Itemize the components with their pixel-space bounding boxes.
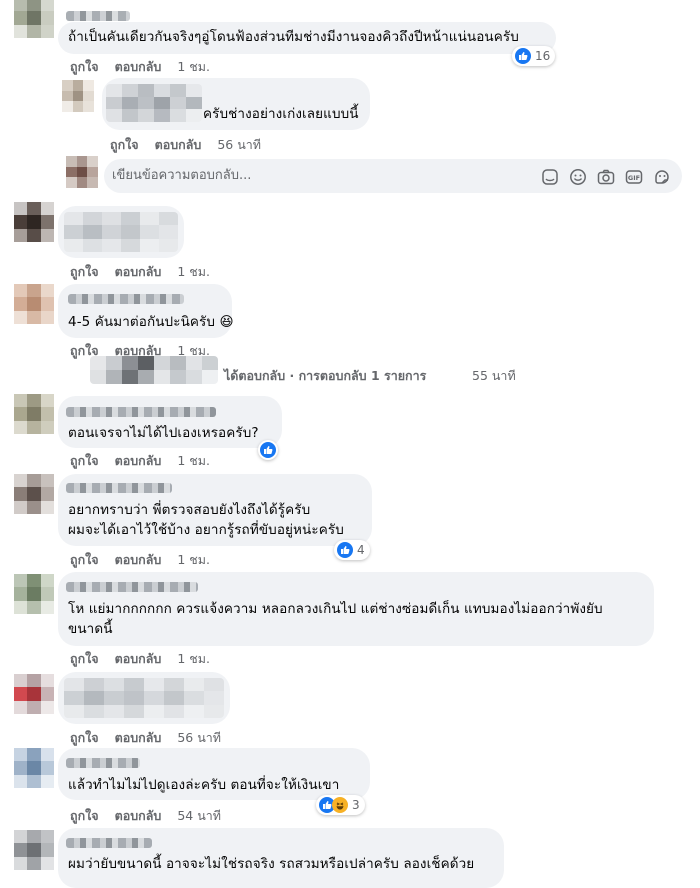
reply-input[interactable] xyxy=(110,167,514,184)
avatar[interactable] xyxy=(14,284,54,324)
commenter-name[interactable] xyxy=(66,838,152,848)
reply-button[interactable]: ตอบกลับ xyxy=(115,730,162,745)
timestamp[interactable]: 1 ชม. xyxy=(177,552,210,567)
reaction-count[interactable]: 4 xyxy=(334,540,370,560)
reply-button[interactable]: ตอบกลับ xyxy=(115,552,162,567)
comment-text: อยากทราบว่า พี่ตรวจสอบยังไงถึงได้รู้ครับ xyxy=(68,502,311,518)
comment-text: ผมว่ายับขนาดนี้ อาจจะไม่ใช่รถจริง รถสวมห… xyxy=(68,856,475,872)
reply-composer[interactable]: GIF xyxy=(104,159,682,193)
comment-actions: ถูกใจ ตอบกลับ 54 นาที xyxy=(70,806,221,826)
timestamp[interactable]: 56 นาที xyxy=(217,137,261,152)
comment-text: ถ้าเป็นคันเดียวกันจริงๆอู่โดนฟ้องส่วนทีม… xyxy=(68,29,519,45)
avatar-sticker-icon[interactable] xyxy=(653,168,671,186)
avatar[interactable] xyxy=(14,394,54,434)
comment-text xyxy=(64,212,178,252)
commenter-name[interactable] xyxy=(66,407,216,417)
like-icon xyxy=(515,48,531,64)
avatar[interactable] xyxy=(14,830,54,870)
like-button[interactable]: ถูกใจ xyxy=(70,730,99,745)
avatar[interactable] xyxy=(14,202,54,242)
replier-avatars xyxy=(90,356,218,384)
timestamp[interactable]: 1 ชม. xyxy=(177,59,210,74)
comment-actions: ถูกใจ ตอบกลับ 56 นาที xyxy=(110,135,261,155)
commenter-name[interactable] xyxy=(66,11,130,21)
avatar[interactable] xyxy=(14,574,54,614)
like-button[interactable]: ถูกใจ xyxy=(70,453,99,468)
commenter-name[interactable] xyxy=(68,294,184,304)
like-icon xyxy=(337,542,353,558)
gif-icon[interactable]: GIF xyxy=(625,168,643,186)
avatar xyxy=(66,156,98,188)
reply-button[interactable]: ตอบกลับ xyxy=(115,808,162,823)
reply-button[interactable]: ตอบกลับ xyxy=(155,137,202,152)
comment-actions: ถูกใจ ตอบกลับ 56 นาที xyxy=(70,728,221,748)
avatar[interactable] xyxy=(14,748,54,788)
comment-text: แล้วทำไมไม่ไปดูเองล่ะครับ ตอนที่จะให้เงิ… xyxy=(68,777,340,793)
commenter-name[interactable] xyxy=(106,84,202,122)
comment-text: โห แย่มากกกกกก ควรแจ้งความ หลอกลวงเกินไป… xyxy=(68,601,603,617)
comment-text: ขนาดนี้ xyxy=(68,621,113,637)
like-button[interactable]: ถูกใจ xyxy=(70,552,99,567)
reply-button[interactable]: ตอบกลับ xyxy=(115,651,162,666)
timestamp[interactable]: 1 ชม. xyxy=(177,453,210,468)
like-button[interactable]: ถูกใจ xyxy=(70,808,99,823)
comment-text xyxy=(64,678,224,718)
timestamp[interactable]: 56 นาที xyxy=(177,730,221,745)
reaction-count[interactable] xyxy=(258,440,278,460)
reaction-count[interactable]: 3 xyxy=(316,795,365,815)
comment-actions: ถูกใจ ตอบกลับ 1 ชม. xyxy=(70,451,210,471)
like-icon xyxy=(260,442,276,458)
comment-text: ตอนเจรจาไม่ได้ไปเองเหรอครับ? xyxy=(68,425,259,441)
like-button[interactable]: ถูกใจ xyxy=(70,264,99,279)
comment-actions: ถูกใจ ตอบกลับ 1 ชม. xyxy=(70,649,210,669)
comment-text: ครับช่างอย่างเก่งเลยแบบนี้ xyxy=(203,106,359,122)
like-button[interactable]: ถูกใจ xyxy=(70,59,99,74)
reply-button[interactable]: ตอบกลับ xyxy=(115,264,162,279)
comment-text: 4-5 คันมาต่อกันปะนิครับ 😆 xyxy=(68,314,234,330)
svg-text:GIF: GIF xyxy=(628,174,640,182)
reply-button[interactable]: ตอบกลับ xyxy=(115,59,162,74)
timestamp[interactable]: 54 นาที xyxy=(177,808,221,823)
comment-actions: ถูกใจ ตอบกลับ 1 ชม. xyxy=(70,262,210,282)
timestamp[interactable]: 1 ชม. xyxy=(177,651,210,666)
camera-icon[interactable] xyxy=(597,168,615,186)
comment-actions: ถูกใจ ตอบกลับ 1 ชม. xyxy=(70,550,210,570)
haha-icon xyxy=(332,797,348,813)
like-button[interactable]: ถูกใจ xyxy=(70,651,99,666)
commenter-name[interactable] xyxy=(66,582,198,592)
like-button[interactable]: ถูกใจ xyxy=(110,137,139,152)
reply-button[interactable]: ตอบกลับ xyxy=(115,453,162,468)
avatar[interactable] xyxy=(14,674,54,714)
view-replies-text[interactable]: ได้ตอบกลับ · การตอบกลับ 1 รายการ xyxy=(224,366,426,386)
sticker-icon[interactable] xyxy=(541,168,559,186)
commenter-name[interactable] xyxy=(66,758,140,768)
avatar[interactable] xyxy=(14,0,54,38)
avatar[interactable] xyxy=(62,80,94,112)
commenter-name[interactable] xyxy=(66,483,172,493)
timestamp[interactable]: 1 ชม. xyxy=(177,264,210,279)
comment-actions: ถูกใจ ตอบกลับ 1 ชม. xyxy=(70,57,210,77)
avatar[interactable] xyxy=(14,474,54,514)
reaction-count[interactable]: 16 xyxy=(512,46,556,66)
comment-text: ผมจะได้เอาไว้ใช้บ้าง อยากรู้รถที่ขับอยู่… xyxy=(68,522,344,538)
timestamp: 55 นาที xyxy=(472,368,516,383)
emoji-icon[interactable] xyxy=(569,168,587,186)
